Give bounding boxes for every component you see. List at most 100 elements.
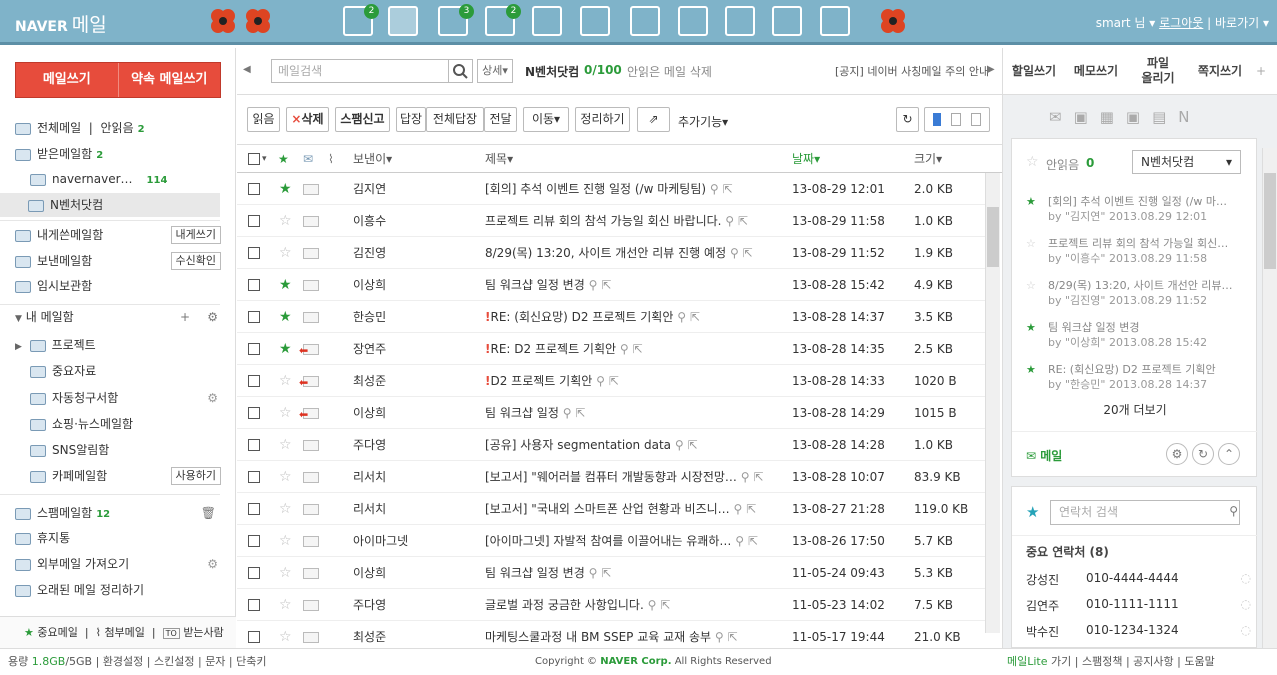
preview-icon[interactable]: ⚲ ⇱ <box>715 630 738 644</box>
blog-icon[interactable]: 3 <box>438 4 474 36</box>
sender[interactable]: 리서치 <box>353 493 386 525</box>
spam-item[interactable]: 스팸메일함 12 🗑 <box>15 501 230 525</box>
calendar-icon[interactable]: 2 <box>485 4 521 36</box>
folder-navernaver[interactable]: navernaver… 114 <box>30 167 230 191</box>
envelope-icon[interactable] <box>303 632 319 643</box>
row-checkbox[interactable] <box>248 535 260 547</box>
my-mailbox-header[interactable]: ▼ 내 메일함 + ⚙ <box>15 305 230 329</box>
list-view-icon[interactable] <box>933 113 941 126</box>
folder-select[interactable]: N벤처닷컴 ▾ <box>1132 150 1241 174</box>
forward-button[interactable]: 전달 <box>484 107 517 132</box>
sender[interactable]: 장연주 <box>353 333 386 365</box>
star-icon[interactable]: ☆ <box>279 237 292 269</box>
move-button[interactable]: 이동▾ <box>523 107 569 132</box>
health-icon[interactable] <box>820 6 850 36</box>
mail-row[interactable]: ☆ 주다영 [공유] 사용자 segmentation data ⚲ ⇱ 13-08-… <box>237 429 985 461</box>
star-icon[interactable]: ☆ <box>279 365 292 397</box>
row-checkbox[interactable] <box>248 375 260 387</box>
star-icon[interactable]: ☆ <box>279 205 292 237</box>
note-write-button[interactable]: 쪽지쓰기 <box>1189 48 1251 94</box>
preview-icon[interactable]: ⚲ ⇱ <box>589 278 612 292</box>
sender-column[interactable]: 보낸이▾ <box>353 145 392 173</box>
envelope-icon[interactable] <box>303 216 319 227</box>
size-column[interactable]: 크기▾ <box>914 145 942 173</box>
memo-write-button[interactable]: 메모쓰기 <box>1065 48 1127 94</box>
subject[interactable]: [회의] 추석 이벤트 진행 일정 (/w 마케팅팀) ⚲ ⇱ <box>485 173 775 205</box>
row-checkbox[interactable] <box>248 183 260 195</box>
share-icon[interactable]: ⇗ <box>637 107 670 132</box>
search-icon[interactable] <box>448 59 473 83</box>
me-icon[interactable]: 2 <box>343 4 379 36</box>
mail-row[interactable]: ★ 이상희 팀 워크샵 일정 변경 ⚲ ⇱ 13-08-28 15:42 4.9 KB <box>237 269 985 301</box>
cafe-use-button[interactable]: 사용하기 <box>170 467 221 485</box>
gear-icon[interactable]: ⚙ <box>1166 443 1188 465</box>
attachment-filter[interactable]: 첨부메일 <box>104 626 144 639</box>
mail-icon[interactable] <box>388 6 418 36</box>
sender[interactable]: 리서치 <box>353 461 386 493</box>
add-folder-icon[interactable]: + <box>180 305 190 329</box>
star-icon[interactable]: ☆ <box>279 525 292 557</box>
read-receipt-button[interactable]: 수신확인 <box>170 252 221 270</box>
date-column[interactable]: 날짜▾ <box>792 145 820 173</box>
preview-icon[interactable]: ⚲ ⇱ <box>563 406 586 420</box>
split-view-icon[interactable] <box>951 113 961 126</box>
envelope-icon[interactable] <box>303 312 319 323</box>
star-icon[interactable]: ☆ <box>279 493 292 525</box>
more-functions-button[interactable]: 추가기능▾ <box>678 113 728 130</box>
lite-link[interactable]: 메일Lite <box>1007 655 1048 668</box>
sender[interactable]: 이흥수 <box>353 205 386 237</box>
row-checkbox[interactable] <box>248 599 260 611</box>
row-checkbox[interactable] <box>248 279 260 291</box>
subject[interactable]: [아이마그넷] 자발적 참여를 이끌어내는 유쾌하… ⚲ ⇱ <box>485 525 775 557</box>
chat-icon[interactable]: ◌ <box>1241 623 1251 637</box>
detail-search-button[interactable]: 상세▾ <box>477 59 513 83</box>
sender[interactable]: 이상희 <box>353 397 386 429</box>
row-checkbox[interactable] <box>248 471 260 483</box>
row-checkbox[interactable] <box>248 215 260 227</box>
envelope-icon[interactable] <box>303 568 319 579</box>
sender[interactable]: 한승민 <box>353 301 386 333</box>
sender[interactable]: 주다영 <box>353 429 386 461</box>
preview-icon[interactable]: ⚲ ⇱ <box>675 438 698 452</box>
mail-row[interactable]: ☆ 김진영 8/29(목) 13:20, 사이트 개선안 리뷰 진행 예정 ⚲ ⇱ 1… <box>237 237 985 269</box>
subject-column[interactable]: 제목▾ <box>485 145 513 173</box>
sms-link[interactable]: 문자 <box>205 655 225 668</box>
view-mode-toggle[interactable] <box>924 107 990 132</box>
widget-mail-item[interactable]: ★ [회의] 추석 이벤트 진행 일정 (/w 마… by "김지연" 2013.0… <box>1026 194 1251 224</box>
read-button[interactable]: 읽음 <box>247 107 280 132</box>
subject[interactable]: 팀 워크샵 일정 변경 ⚲ ⇱ <box>485 557 775 589</box>
preview-icon[interactable]: ⚲ ⇱ <box>648 598 671 612</box>
collapse-icon[interactable]: ⌃ <box>1218 443 1240 465</box>
folder-project[interactable]: ▶ 프로젝트 <box>15 333 230 357</box>
preview-icon[interactable]: ⚲ ⇱ <box>734 502 757 516</box>
folder-cafe[interactable]: 카페메일함 사용하기 <box>30 464 230 488</box>
subject[interactable]: 글로벌 과정 궁금한 사항입니다. ⚲ ⇱ <box>485 589 775 621</box>
mail-widget-link[interactable]: ✉ 메일 <box>1026 447 1062 464</box>
preview-icon[interactable]: ⚲ ⇱ <box>620 342 643 356</box>
folder-important[interactable]: 중요자료 <box>30 359 230 383</box>
mail-row[interactable]: ☆ 리서치 [보고서] "국내외 스마트폰 산업 현황과 비즈니… ⚲ ⇱ 13-08… <box>237 493 985 525</box>
row-checkbox[interactable] <box>248 503 260 515</box>
subject[interactable]: 팀 워크샵 일정 변경 ⚲ ⇱ <box>485 269 775 301</box>
mail-row[interactable]: ★ 한승민 !RE: (회신요망) D2 프로젝트 기획안 ⚲ ⇱ 13-08-28 … <box>237 301 985 333</box>
contact-row[interactable]: 강성진 010-4444-4444 ◌ <box>1026 571 1251 588</box>
collapse-right-icon[interactable]: ▶ <box>987 64 995 75</box>
widget-mail-item[interactable]: ★ RE: (회신요망) D2 프로젝트 기획안 by "한승민" 2013.08.… <box>1026 362 1251 392</box>
contact-search-input[interactable]: 연락처 검색 <box>1050 500 1240 525</box>
external-mail-item[interactable]: 외부메일 가져오기 ⚙ <box>15 552 230 576</box>
self-mail-item[interactable]: 내게쓴메일함 내게쓰기 <box>15 223 230 247</box>
skin-link[interactable]: 스킨설정 <box>154 655 194 668</box>
gear-icon[interactable]: ⚙ <box>207 552 218 576</box>
delete-unread-link[interactable]: 안읽은 메일 삭제 <box>627 63 712 80</box>
preview-icon[interactable]: ⚲ ⇱ <box>596 374 619 388</box>
mail-row[interactable]: ☆ ⬅ 이상희 팀 워크샵 일정 ⚲ ⇱ 13-08-28 14:29 1015 B <box>237 397 985 429</box>
folder-auto-bill[interactable]: 자동청구서함 ⚙ <box>30 386 230 410</box>
sender[interactable]: 주다영 <box>353 589 386 621</box>
reply-button[interactable]: 답장 <box>396 107 426 132</box>
gear-icon[interactable]: ⚙ <box>207 305 218 329</box>
trash-item[interactable]: 휴지통 <box>15 526 230 550</box>
widget-mail-item[interactable]: ☆ 프로젝트 리뷰 회의 참석 가능일 회신… by "이흥수" 2013.08.2… <box>1026 236 1251 266</box>
mail-row[interactable]: ☆ ⬅ 최성준 !D2 프로젝트 기획안 ⚲ ⇱ 13-08-28 14:33 1020 … <box>237 365 985 397</box>
to-filter[interactable]: 받는사람 <box>183 626 223 639</box>
star-icon[interactable]: ☆ <box>279 397 292 429</box>
